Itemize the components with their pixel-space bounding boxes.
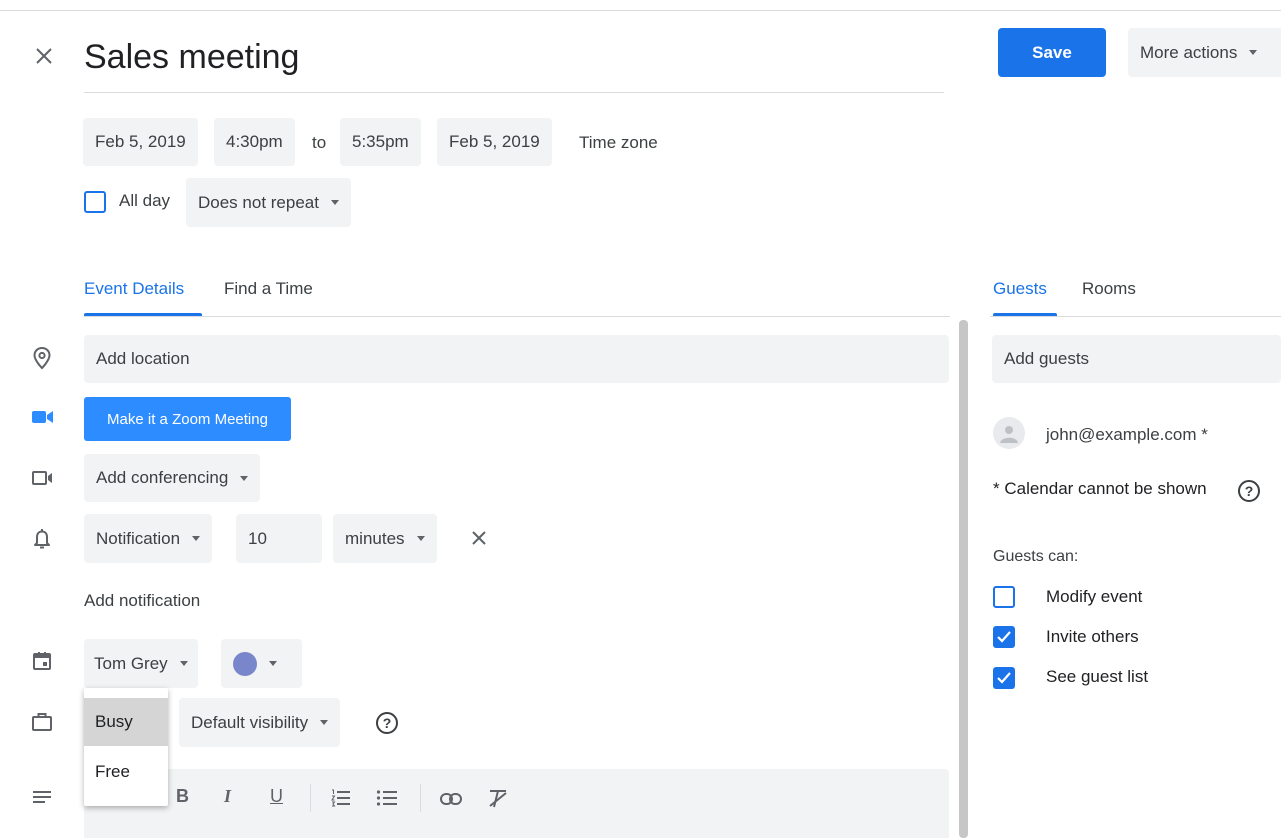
bell-icon: [32, 527, 52, 551]
invite-others-checkbox[interactable]: [993, 626, 1015, 648]
notification-unit-dropdown[interactable]: minutes: [333, 514, 437, 563]
numbered-list-icon[interactable]: [331, 789, 351, 807]
end-date-button[interactable]: Feb 5, 2019: [437, 118, 552, 166]
start-time: 4:30pm: [226, 132, 283, 151]
calendar-owner: Tom Grey: [94, 653, 168, 673]
start-date: Feb 5, 2019: [95, 132, 186, 151]
all-day-label: All day: [119, 191, 171, 210]
chevron-down-icon: [192, 536, 201, 541]
help-icon[interactable]: ?: [375, 711, 399, 735]
remove-notification-icon[interactable]: [470, 529, 488, 547]
event-title-input[interactable]: Sales meeting: [84, 38, 299, 77]
all-day-checkbox[interactable]: [84, 191, 106, 213]
guests-can-label: Guests can:: [993, 548, 1079, 565]
end-time-button[interactable]: 5:35pm: [340, 118, 421, 166]
tab-guests[interactable]: Guests: [993, 279, 1047, 299]
scrollbar[interactable]: [959, 320, 968, 838]
guest-email: john@example.com *: [1046, 425, 1208, 444]
timezone-link[interactable]: Time zone: [579, 133, 658, 153]
visibility-dropdown[interactable]: Default visibility: [179, 698, 341, 747]
bold-icon[interactable]: B: [176, 786, 189, 807]
svg-text:?: ?: [383, 715, 392, 731]
toolbar-divider: [310, 784, 311, 812]
notification-type-dropdown[interactable]: Notification: [84, 514, 213, 563]
modify-event-checkbox[interactable]: [993, 586, 1015, 608]
see-guest-list-label: See guest list: [1046, 667, 1149, 686]
save-button[interactable]: Save: [998, 28, 1106, 77]
chevron-down-icon: [330, 200, 339, 205]
visibility-label: Default visibility: [191, 712, 309, 732]
close-icon[interactable]: [34, 46, 54, 66]
add-guests-input[interactable]: Add guests: [992, 335, 1281, 383]
conferencing-label: Add conferencing: [96, 468, 229, 487]
zoom-camera-icon: [32, 410, 54, 424]
availability-option-label: Busy: [95, 712, 133, 731]
tab-find-a-time[interactable]: Find a Time: [224, 279, 313, 299]
start-time-button[interactable]: 4:30pm: [214, 118, 295, 166]
chevron-down-icon: [179, 661, 188, 666]
link-icon[interactable]: [440, 792, 462, 805]
event-color-dropdown[interactable]: [221, 639, 302, 688]
chevron-down-icon: [416, 536, 425, 541]
zoom-button-label: Make it a Zoom Meeting: [107, 410, 268, 428]
more-actions-button[interactable]: More actions: [1128, 28, 1281, 77]
chevron-down-icon: [320, 720, 329, 725]
availability-option-label: Free: [95, 762, 130, 781]
toolbar-divider: [420, 784, 421, 812]
underline-icon[interactable]: U: [270, 786, 283, 807]
notification-value: 10: [248, 528, 267, 548]
tabs-divider: [84, 316, 950, 317]
bulleted-list-icon[interactable]: [376, 789, 398, 807]
tab-event-details[interactable]: Event Details: [84, 279, 184, 299]
repeat-dropdown[interactable]: Does not repeat: [186, 178, 351, 227]
repeat-label: Does not repeat: [198, 192, 319, 212]
save-button-label: Save: [1032, 42, 1072, 62]
add-guests-placeholder: Add guests: [1004, 349, 1090, 368]
tab-rooms[interactable]: Rooms: [1082, 279, 1136, 299]
calendar-owner-dropdown[interactable]: Tom Grey: [84, 639, 198, 688]
svg-text:?: ?: [1245, 483, 1254, 499]
calendar-note: * Calendar cannot be shown: [993, 479, 1207, 498]
briefcase-icon: [31, 712, 53, 732]
italic-icon[interactable]: I: [224, 786, 231, 807]
help-icon[interactable]: ?: [1237, 479, 1261, 503]
location-pin-icon: [32, 346, 52, 370]
color-swatch: [233, 651, 257, 676]
add-notification-link[interactable]: Add notification: [84, 591, 200, 611]
invite-others-label: Invite others: [1046, 627, 1139, 646]
avatar: [993, 417, 1025, 449]
notification-unit: minutes: [345, 528, 405, 548]
chevron-down-icon: [269, 661, 277, 666]
modify-event-label: Modify event: [1046, 587, 1143, 606]
chevron-down-icon: [1249, 50, 1258, 55]
add-conferencing-dropdown[interactable]: Add conferencing: [84, 454, 261, 502]
zoom-meeting-button[interactable]: Make it a Zoom Meeting: [84, 397, 291, 441]
description-toolbar: [84, 769, 949, 838]
chevron-down-icon: [240, 475, 249, 481]
location-placeholder: Add location: [96, 349, 190, 368]
description-icon: [32, 789, 52, 805]
location-input[interactable]: Add location: [84, 335, 949, 383]
availability-option-busy[interactable]: Busy: [84, 698, 168, 746]
video-camera-icon: [32, 470, 54, 486]
start-date-button[interactable]: Feb 5, 2019: [83, 118, 198, 166]
see-guest-list-checkbox[interactable]: [993, 667, 1015, 689]
notification-type: Notification: [96, 528, 181, 548]
availability-option-free[interactable]: Free: [84, 748, 168, 796]
guests-tabs-divider: [990, 316, 1281, 317]
clear-formatting-icon[interactable]: [487, 789, 509, 809]
to-label: to: [312, 133, 327, 152]
notification-value-input[interactable]: 10: [236, 514, 322, 563]
more-actions-label: More actions: [1140, 42, 1238, 62]
top-divider: [0, 10, 1281, 11]
title-underline: [84, 92, 944, 93]
end-time: 5:35pm: [352, 132, 409, 151]
end-date: Feb 5, 2019: [449, 132, 540, 151]
calendar-icon: [32, 651, 52, 671]
